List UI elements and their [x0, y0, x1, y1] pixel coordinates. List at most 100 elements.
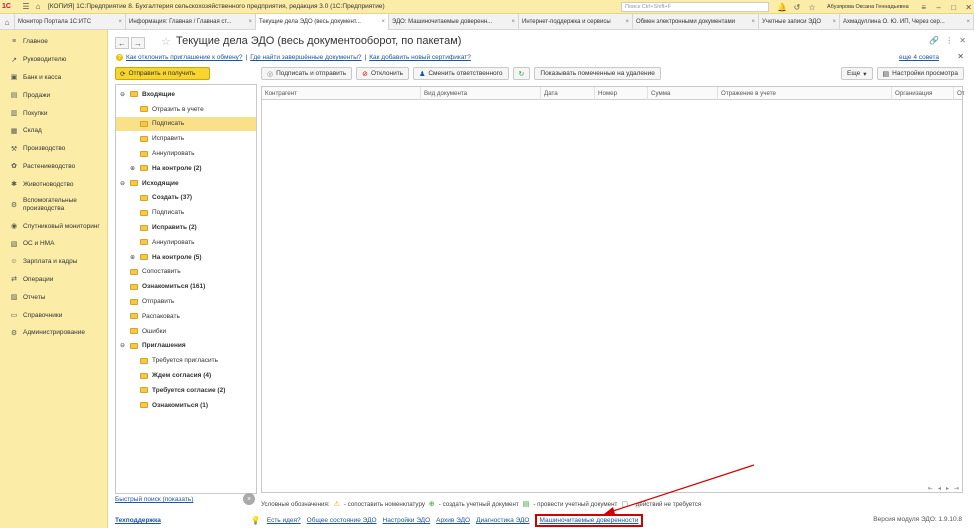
bell-icon[interactable]: 🔔 — [776, 1, 788, 13]
tree-item[interactable]: Требуется согласие (2) — [116, 383, 256, 398]
tab-akhmadullina[interactable]: Ахмадуллина О. Ю. ИП, Через сер... × — [840, 14, 974, 30]
vertical-scrollbar[interactable] — [965, 86, 973, 493]
tab-close-icon[interactable]: × — [378, 19, 385, 25]
sidebar-item-production[interactable]: ⚒ Производство — [0, 140, 107, 158]
collapse-icon[interactable]: ⊖ — [120, 91, 126, 98]
sidebar-item-salary[interactable]: ☺ Зарплата и кадры — [0, 253, 107, 271]
star-icon[interactable]: ☆ — [806, 1, 818, 13]
edo-diagnostics-link[interactable]: Диагностика ЭДО — [476, 517, 529, 524]
link-icon[interactable]: 🔗 — [929, 36, 939, 45]
sidebar-item-animals[interactable]: ✱ Животноводство — [0, 175, 107, 193]
show-marked-button[interactable]: Показывать помеченные на удаление — [534, 67, 661, 80]
tab-mchd[interactable]: ЭДО: Машиночитаемые доверенн... × — [389, 14, 519, 30]
tip-link-new-certificate[interactable]: Как добавить новый сертификат? — [369, 54, 471, 61]
sidebar-item-auxiliary[interactable]: ⚙ Вспомогательные производства — [0, 193, 107, 217]
scroll-first-icon[interactable]: ⇤ — [928, 485, 933, 493]
favorite-star-icon[interactable]: ☆ — [161, 35, 171, 48]
general-status-link[interactable]: Общее состояние ЭДО — [307, 517, 377, 524]
tree-item-selected[interactable]: Подписать — [116, 116, 256, 132]
tree-item[interactable]: Исправить — [116, 131, 256, 146]
sidebar-item-purchases[interactable]: ▥ Покупки — [0, 104, 107, 122]
main-menu-icon[interactable]: ⌂ — [32, 1, 44, 13]
tree-item[interactable]: Отразить в учете — [116, 102, 256, 117]
tree-item[interactable]: Аннулировать — [116, 146, 256, 161]
back-button[interactable]: ← — [115, 37, 129, 49]
sidebar-item-warehouse[interactable]: ▦ Склад — [0, 122, 107, 140]
scroll-last-icon[interactable]: ⇥ — [954, 485, 959, 493]
settings-icon[interactable]: ≡ — [918, 1, 930, 13]
tree-item-invitations[interactable]: ⊖ Приглашения — [116, 339, 256, 354]
tip-link-reject-invite[interactable]: Как отклонить приглашение к обмену? — [126, 54, 243, 61]
column-header[interactable]: Контрагент — [262, 87, 420, 100]
tab-edo-accounts[interactable]: Учетные записи ЭДО × — [759, 14, 840, 30]
column-header[interactable]: Вид документа — [420, 87, 540, 100]
tab-close-icon[interactable]: × — [245, 19, 252, 25]
tab-close-icon[interactable]: × — [622, 19, 629, 25]
sidebar-item-admin[interactable]: ⚙ Администрирование — [0, 324, 107, 342]
tree-item[interactable]: ⊕ На контроле (5) — [116, 250, 256, 265]
tab-internet-support[interactable]: Интернет-поддержка и сервисы × — [519, 14, 633, 30]
sidebar-item-bank[interactable]: ▣ Банк и касса — [0, 69, 107, 87]
tree-item[interactable]: Требуется пригласить — [116, 353, 256, 368]
tree-item[interactable]: Исправить (2) — [116, 220, 256, 235]
column-header[interactable]: Организация — [891, 87, 953, 100]
tree-item[interactable]: Создать (37) — [116, 191, 256, 206]
sidebar-item-main[interactable]: ≡ Главное — [0, 33, 107, 51]
edo-settings-link[interactable]: Настройки ЭДО — [383, 517, 431, 524]
more-tips-link[interactable]: еще 4 совета — [899, 54, 939, 61]
horizontal-scrollbar[interactable]: ⇤ ◂ ▸ ⇥ — [261, 485, 963, 493]
column-header[interactable]: Сумма — [647, 87, 717, 100]
sidebar-item-satellite[interactable]: ◉ Спутниковый мониторинг — [0, 217, 107, 235]
tab-close-icon[interactable]: × — [115, 19, 122, 25]
sidebar-item-references[interactable]: ▭ Справочники — [0, 306, 107, 324]
tree-item[interactable]: Подписать — [116, 205, 256, 220]
collapse-icon[interactable]: ⊖ — [120, 342, 126, 349]
history-icon[interactable]: ↺ — [791, 1, 803, 13]
refresh-button[interactable]: ↻ — [512, 67, 531, 80]
sidebar-item-manager[interactable]: ↗ Руководителю — [0, 51, 107, 69]
sidebar-item-sales[interactable]: ▤ Продажи — [0, 86, 107, 104]
home-tab-icon[interactable]: ⌂ — [0, 14, 15, 30]
view-settings-button[interactable]: ▤ Настройки просмотра — [876, 67, 964, 80]
tab-close-icon[interactable]: × — [508, 19, 515, 25]
edo-archive-link[interactable]: Архив ЭДО — [436, 517, 470, 524]
send-receive-button[interactable]: ⟳ Отправить и получить — [115, 67, 210, 80]
tree-item[interactable]: ⊕ На контроле (2) — [116, 161, 256, 176]
reject-button[interactable]: ⊘ Отклонить — [356, 67, 410, 80]
maximize-icon[interactable]: □ — [948, 1, 960, 13]
idea-link[interactable]: Есть идея? — [267, 517, 301, 524]
close-form-icon[interactable]: ✕ — [959, 36, 966, 45]
clear-filter-icon[interactable]: × — [243, 493, 255, 505]
column-header[interactable]: Отражение в учете — [717, 87, 891, 100]
tree-item[interactable]: Ошибки — [116, 324, 256, 339]
more-menu-icon[interactable]: ⋮ — [945, 36, 953, 45]
scroll-left-icon[interactable]: ◂ — [938, 485, 941, 493]
tip-link-finished-docs[interactable]: Где найти завершённые документы? — [250, 54, 361, 61]
support-link[interactable]: Техподдержка — [115, 517, 161, 524]
expand-icon[interactable]: ⊕ — [130, 165, 136, 172]
tree-item[interactable]: Ждем согласия (4) — [116, 368, 256, 383]
column-header[interactable]: От — [953, 87, 965, 100]
sidebar-item-operations[interactable]: ⇄ Операции — [0, 271, 107, 289]
user-name[interactable]: Абузярова Оксана Геннадьевна — [827, 4, 909, 10]
tree-item[interactable]: Аннулировать — [116, 235, 256, 250]
search-input[interactable]: Поиск Ctrl+Shift+F — [621, 2, 769, 12]
tab-info[interactable]: Информация: Главная / Главная ст... × — [126, 14, 256, 30]
tab-close-icon[interactable]: × — [748, 19, 755, 25]
sidebar-item-reports[interactable]: ▨ Отчеты — [0, 288, 107, 306]
tree-item[interactable]: Распаковать — [116, 309, 256, 324]
tree-item[interactable]: Ознакомиться (161) — [116, 279, 256, 294]
change-responsible-button[interactable]: ♟ Сменить ответственного — [413, 67, 509, 80]
scroll-right-icon[interactable]: ▸ — [946, 485, 949, 493]
collapse-icon[interactable]: ⊖ — [120, 180, 126, 187]
tree-item-outgoing[interactable]: ⊖ Исходящие — [116, 176, 256, 191]
sign-send-button[interactable]: ◎ Подписать и отправить — [261, 67, 353, 80]
close-tips-icon[interactable]: ✕ — [957, 52, 964, 61]
forward-button[interactable]: → — [131, 37, 145, 49]
mchd-link[interactable]: Машиночитаемые доверенности — [535, 514, 643, 527]
minimize-icon[interactable]: – — [933, 1, 945, 13]
documents-table[interactable]: Контрагент Вид документа Дата Номер Сумм… — [261, 86, 965, 493]
tree-item-incoming[interactable]: ⊖ Входящие — [116, 87, 256, 102]
tab-current-edo[interactable]: Текущие дела ЭДО (весь документ... × — [256, 14, 389, 30]
sidebar-item-plants[interactable]: ✿ Растениеводство — [0, 158, 107, 176]
